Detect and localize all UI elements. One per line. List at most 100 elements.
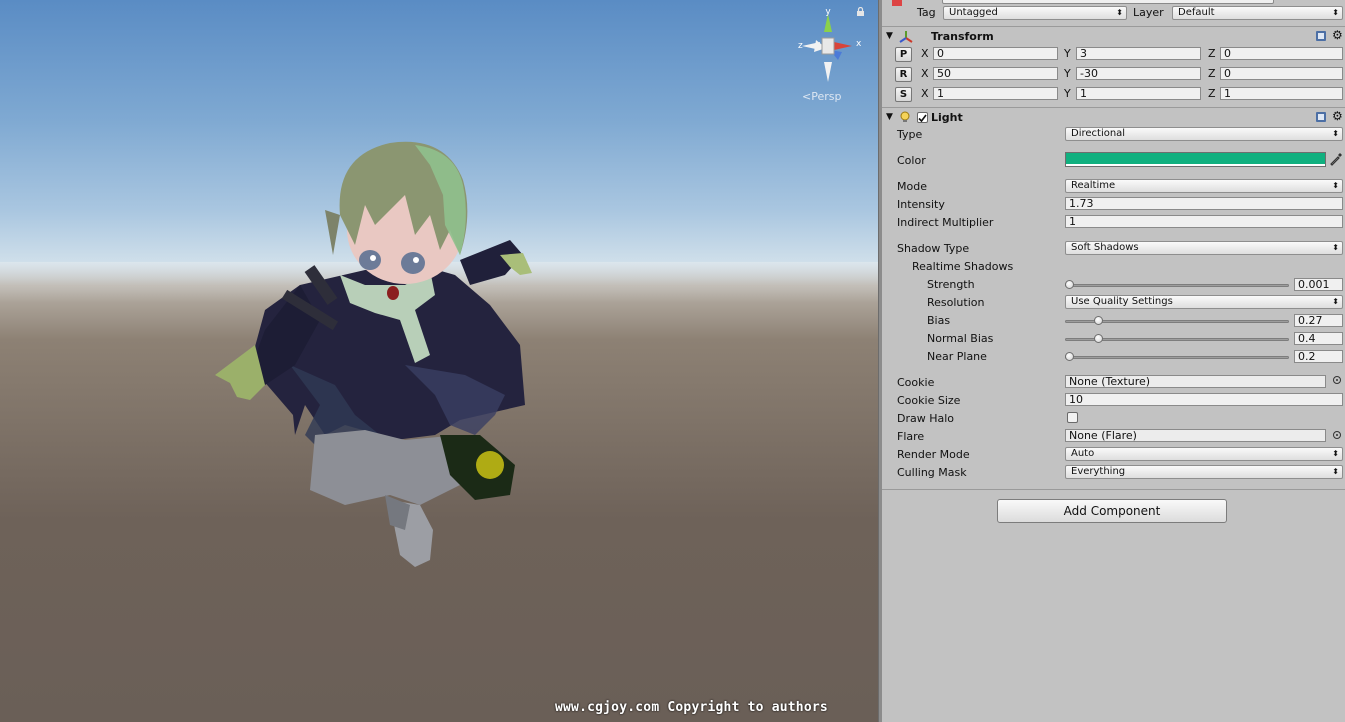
cookie-size-field[interactable]: 10 xyxy=(1065,393,1343,406)
tag-label: Tag xyxy=(917,6,936,19)
character-model[interactable] xyxy=(205,135,545,575)
add-component-button[interactable]: Add Component xyxy=(997,499,1227,523)
strength-slider-track[interactable] xyxy=(1065,284,1289,287)
mode-value: Realtime xyxy=(1071,180,1116,191)
axis-x-label: X xyxy=(921,87,929,100)
lock-icon[interactable] xyxy=(856,7,865,16)
strength-slider-knob[interactable] xyxy=(1065,280,1075,289)
culling-mask-value: Everything xyxy=(1071,466,1126,477)
help-book-icon[interactable] xyxy=(1315,111,1327,123)
light-title: Light xyxy=(931,111,963,124)
layer-dropdown[interactable]: Default ⬍ xyxy=(1172,6,1343,20)
shadow-type-value: Soft Shadows xyxy=(1071,242,1139,253)
shadow-type-label: Shadow Type xyxy=(897,242,970,255)
type-dropdown[interactable]: Directional ⬍ xyxy=(1065,127,1343,141)
gizmo-z-label: z xyxy=(798,41,803,51)
dropdown-arrow-icon: ⬍ xyxy=(1332,449,1339,458)
axis-z-label: Z xyxy=(1208,67,1216,80)
watermark: www.cgjoy.com Copyright to authors xyxy=(555,700,828,715)
rotation-z-field[interactable]: 0 xyxy=(1220,67,1343,80)
normal-bias-slider-knob[interactable] xyxy=(1093,334,1103,343)
bias-field[interactable]: 0.27 xyxy=(1294,314,1343,327)
eyedropper-icon[interactable] xyxy=(1329,152,1343,166)
normal-bias-label: Normal Bias xyxy=(927,332,994,345)
dropdown-arrow-icon: ⬍ xyxy=(1332,243,1339,252)
bias-slider-knob[interactable] xyxy=(1094,316,1104,325)
color-label: Color xyxy=(897,154,926,167)
help-book-icon[interactable] xyxy=(1315,30,1327,42)
scale-reset-button[interactable]: S xyxy=(895,87,912,102)
type-value: Directional xyxy=(1071,128,1126,139)
rotation-y-field[interactable]: -30 xyxy=(1076,67,1201,80)
flare-label: Flare xyxy=(897,430,925,443)
intensity-field[interactable]: 1.73 xyxy=(1065,197,1343,210)
position-x-field[interactable]: 0 xyxy=(933,47,1058,60)
object-name-field[interactable] xyxy=(942,0,1274,4)
position-z-field[interactable]: 0 xyxy=(1220,47,1343,60)
gameobject-icon xyxy=(892,0,902,6)
dropdown-arrow-icon: ⬍ xyxy=(1116,8,1123,17)
layer-value: Default xyxy=(1178,7,1215,18)
light-enabled-checkbox[interactable] xyxy=(917,112,928,123)
mode-dropdown[interactable]: Realtime ⬍ xyxy=(1065,179,1343,193)
position-y-field[interactable]: 3 xyxy=(1076,47,1201,60)
scale-z-field[interactable]: 1 xyxy=(1220,87,1343,100)
foldout-arrow-icon[interactable]: ▼ xyxy=(886,31,893,41)
axis-z-label: Z xyxy=(1208,87,1216,100)
resolution-label: Resolution xyxy=(927,296,985,309)
resolution-dropdown[interactable]: Use Quality Settings ⬍ xyxy=(1065,295,1343,309)
indirect-multiplier-field[interactable]: 1 xyxy=(1065,215,1343,228)
gizmo-x-label: x xyxy=(856,39,862,49)
normal-bias-field[interactable]: 0.4 xyxy=(1294,332,1343,345)
tag-dropdown[interactable]: Untagged ⬍ xyxy=(943,6,1127,20)
scene-gizmo[interactable]: y x z xyxy=(790,2,870,102)
realtime-shadows-label: Realtime Shadows xyxy=(912,260,1014,273)
culling-mask-dropdown[interactable]: Everything ⬍ xyxy=(1065,465,1343,479)
cookie-object-field[interactable]: None (Texture) xyxy=(1065,375,1326,388)
layer-label: Layer xyxy=(1133,6,1164,19)
object-picker-icon[interactable] xyxy=(1333,431,1341,439)
near-plane-slider-knob[interactable] xyxy=(1065,352,1074,361)
transform-icon xyxy=(899,31,913,43)
axis-x-label: X xyxy=(921,67,929,80)
checkmark-icon xyxy=(918,114,927,123)
scale-y-field[interactable]: 1 xyxy=(1076,87,1201,100)
rotation-reset-button[interactable]: R xyxy=(895,67,912,82)
dropdown-arrow-icon: ⬍ xyxy=(1332,297,1339,306)
resolution-value: Use Quality Settings xyxy=(1071,296,1173,307)
shadow-type-dropdown[interactable]: Soft Shadows ⬍ xyxy=(1065,241,1343,255)
color-swatch[interactable] xyxy=(1065,152,1326,167)
culling-mask-label: Culling Mask xyxy=(897,466,967,479)
near-plane-field[interactable]: 0.2 xyxy=(1294,350,1343,363)
persp-label: Persp xyxy=(811,90,842,103)
axis-z-label: Z xyxy=(1208,47,1216,60)
near-plane-label: Near Plane xyxy=(927,350,987,363)
bias-label: Bias xyxy=(927,314,951,327)
gear-icon[interactable]: ⚙ xyxy=(1332,28,1343,42)
indirect-multiplier-label: Indirect Multiplier xyxy=(897,216,994,229)
rotation-x-field[interactable]: 50 xyxy=(933,67,1058,80)
scale-x-field[interactable]: 1 xyxy=(933,87,1058,100)
scene-view[interactable]: y x z <Persp www.cgjoy.com Copyright to … xyxy=(0,0,878,722)
gear-icon[interactable]: ⚙ xyxy=(1332,109,1343,123)
dropdown-arrow-icon: ⬍ xyxy=(1332,8,1339,17)
render-mode-dropdown[interactable]: Auto ⬍ xyxy=(1065,447,1343,461)
strength-label: Strength xyxy=(927,278,975,291)
dropdown-arrow-icon: ⬍ xyxy=(1332,467,1339,476)
render-mode-value: Auto xyxy=(1071,448,1095,459)
axis-y-label: Y xyxy=(1064,67,1071,80)
axis-y-label: Y xyxy=(1064,47,1071,60)
object-picker-icon[interactable] xyxy=(1333,376,1341,384)
flare-object-field[interactable]: None (Flare) xyxy=(1065,429,1326,442)
separator xyxy=(882,26,1345,27)
gizmo-y-label: y xyxy=(825,7,831,17)
draw-halo-label: Draw Halo xyxy=(897,412,955,425)
tag-value: Untagged xyxy=(949,7,998,18)
projection-toggle[interactable]: <Persp xyxy=(802,90,841,103)
draw-halo-checkbox[interactable] xyxy=(1067,412,1078,423)
foldout-arrow-icon[interactable]: ▼ xyxy=(886,112,893,122)
axis-x-label: X xyxy=(921,47,929,60)
near-plane-slider-track[interactable] xyxy=(1065,356,1289,359)
strength-field[interactable]: 0.001 xyxy=(1294,278,1343,291)
position-reset-button[interactable]: P xyxy=(895,47,912,62)
